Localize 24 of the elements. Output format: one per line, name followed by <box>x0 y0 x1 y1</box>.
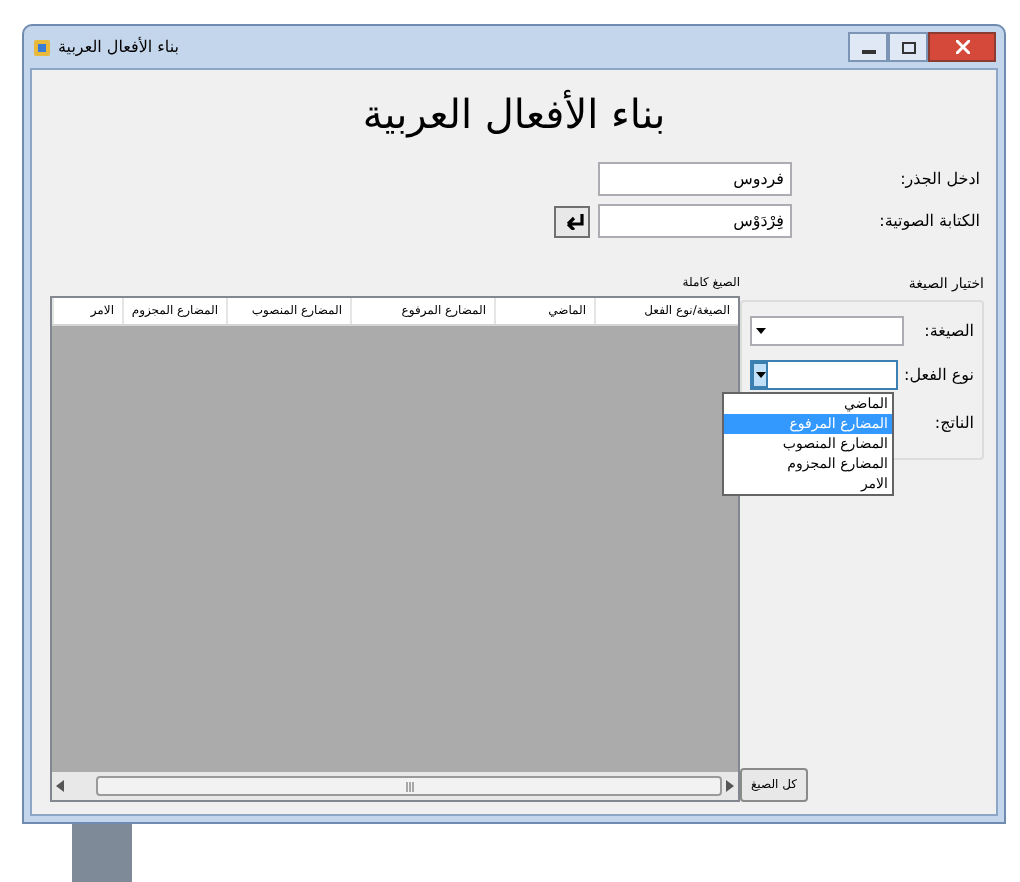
dropdown-field[interactable] <box>750 360 898 390</box>
minimize-button[interactable] <box>848 32 888 62</box>
close-icon <box>955 40 969 54</box>
close-button[interactable] <box>928 32 996 62</box>
field-label: ادخل الجذر: <box>898 167 980 191</box>
dropdown-field[interactable] <box>750 316 905 346</box>
enter-button[interactable] <box>554 205 590 237</box>
maximize-button[interactable] <box>888 32 928 62</box>
input-field[interactable]: فِرْدَوْس <box>598 204 792 238</box>
scroll-thumb[interactable] <box>96 776 722 796</box>
app-icon <box>32 37 52 57</box>
grip-icon <box>405 781 413 791</box>
field-label: الكتابة الصوتية: <box>877 209 980 233</box>
scroll-left-icon[interactable] <box>56 780 64 792</box>
field-label: نوع الفعل: <box>906 363 974 387</box>
window-title: بناء الأفعال العربية <box>58 35 180 59</box>
caret-icon <box>752 362 768 388</box>
horizontal-scrollbar[interactable] <box>52 772 738 800</box>
page-heading: بناء الأفعال العربية <box>360 87 668 142</box>
field-label: الناتج: <box>934 411 974 436</box>
input-field[interactable]: فردوس <box>598 162 792 196</box>
field-label: الصيغة: <box>922 319 974 343</box>
scroll-right-icon[interactable] <box>726 780 734 792</box>
enter-arrow-icon <box>561 213 583 229</box>
